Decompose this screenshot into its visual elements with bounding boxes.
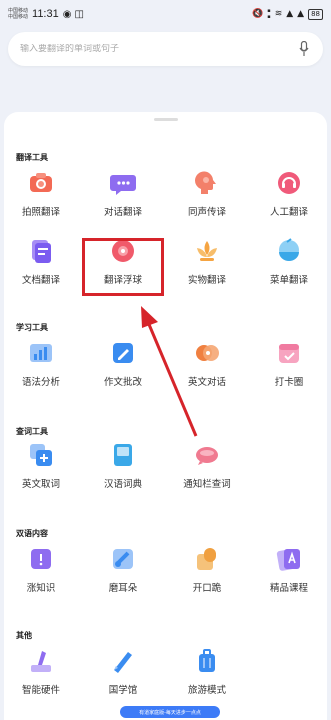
shield-icon: ◫: [74, 8, 84, 20]
wifi-icon: ≋: [274, 9, 283, 19]
tool-label: 文档翻译: [21, 275, 60, 286]
tool-label: 人工翻译: [269, 207, 308, 218]
tool-label: 旅游模式: [187, 685, 226, 696]
search-bar[interactable]: [8, 32, 323, 66]
bowl-icon: [276, 238, 302, 264]
microphone-icon: [194, 546, 220, 572]
tool-label: 英文对话: [187, 377, 226, 388]
tool-label: 汉语词典: [103, 479, 142, 490]
bar-chart-icon: [28, 340, 54, 366]
section-title-translate-tools: 翻译工具: [16, 153, 48, 162]
tool-menu-translate[interactable]: 菜单翻译: [254, 238, 324, 286]
head-profile-icon: [194, 170, 220, 196]
tool-label: 通知栏查词: [183, 479, 231, 490]
tool-chinese-classics[interactable]: 国学馆: [88, 648, 158, 696]
document-icon: [28, 238, 54, 264]
chat-bubble-icon: [110, 170, 136, 196]
suitcase-icon: [194, 648, 220, 674]
tool-label: 精品课程: [269, 583, 308, 594]
headphones-icon: [110, 546, 136, 572]
status-time: 11:31: [32, 8, 59, 20]
tool-label: 作文批改: [103, 377, 142, 388]
hardware-pen-icon: [28, 648, 54, 674]
tool-document-translate[interactable]: 文档翻译: [6, 238, 76, 286]
status-bar: 中国移动 中国移动 11:31 ◉ ◫ 🔇 ▪ ▪ ≋ ▲ ▲ 88: [0, 0, 331, 28]
tool-photo-translate[interactable]: 拍照翻译: [6, 170, 76, 218]
mute-icon: 🔇: [252, 9, 264, 19]
sheet-handle[interactable]: [154, 118, 178, 121]
tool-label: 实物翻译: [187, 275, 226, 286]
tool-label: 涨知识: [26, 583, 56, 594]
tool-smart-hardware[interactable]: 智能硬件: [6, 648, 76, 696]
tool-label: 打卡圈: [274, 377, 304, 388]
signal-icon-2: ▲: [297, 9, 305, 19]
tool-label: 智能硬件: [21, 685, 60, 696]
headset-icon: [276, 170, 302, 196]
tool-label: 菜单翻译: [269, 275, 308, 286]
tool-label: 对话翻译: [103, 207, 142, 218]
tool-grammar-analysis[interactable]: 语法分析: [6, 340, 76, 388]
section-title-learning-tools: 学习工具: [16, 323, 48, 332]
word-pick-icon: [28, 442, 54, 468]
tool-label: 开口跪: [192, 583, 222, 594]
search-input[interactable]: [20, 44, 297, 54]
tool-chinese-dictionary[interactable]: 汉语词典: [88, 442, 158, 490]
tool-dialogue-translate[interactable]: 对话翻译: [88, 170, 158, 218]
tool-object-translate[interactable]: 实物翻译: [172, 238, 242, 286]
signal-icon: ▲: [286, 9, 294, 19]
tool-knowledge[interactable]: 涨知识: [6, 546, 76, 594]
section-title-others: 其他: [16, 631, 32, 640]
tool-human-translate[interactable]: 人工翻译: [254, 170, 324, 218]
tool-word-pick[interactable]: 英文取词: [6, 442, 76, 490]
network-speed-icon: ▪ ▪: [267, 8, 271, 20]
tool-essay-correction[interactable]: 作文批改: [88, 340, 158, 388]
section-title-lookup-tools: 查词工具: [16, 427, 48, 436]
camera-icon: [28, 170, 54, 196]
notification-lookup-icon: [194, 442, 220, 468]
eye-icon: ◉: [62, 8, 72, 20]
section-title-bilingual-content: 双语内容: [16, 529, 48, 538]
battery-icon: 88: [308, 8, 323, 20]
tool-label: 磨耳朵: [108, 583, 138, 594]
tool-label: 国学馆: [108, 685, 138, 696]
dictionary-icon: [110, 442, 136, 468]
brush-icon: [110, 648, 136, 674]
carrier-2: 中国移动: [8, 14, 29, 20]
tool-label: 英文取词: [21, 479, 60, 490]
tool-checkin-circle[interactable]: 打卡圈: [254, 340, 324, 388]
carrier-info: 中国移动 中国移动: [8, 8, 28, 20]
tool-premium-course[interactable]: 精品课程: [254, 546, 324, 594]
microphone-icon[interactable]: [297, 40, 311, 58]
tool-notification-lookup[interactable]: 通知栏查词: [172, 442, 242, 490]
bottom-banner[interactable]: 有道家庭版-每天进步一点点: [120, 706, 220, 718]
tool-listening[interactable]: 磨耳朵: [88, 546, 158, 594]
tool-speaking[interactable]: 开口跪: [172, 546, 242, 594]
course-card-icon: [276, 546, 302, 572]
lotus-icon: [194, 238, 220, 264]
dialogue-icon: [194, 340, 220, 366]
tool-simultaneous-interpretation[interactable]: 同声传译: [172, 170, 242, 218]
pen-paper-icon: [110, 340, 136, 366]
tool-english-dialogue[interactable]: 英文对话: [172, 340, 242, 388]
highlight-box: [82, 238, 164, 296]
tool-travel-mode[interactable]: 旅游模式: [172, 648, 242, 696]
calendar-check-icon: [276, 340, 302, 366]
lightbulb-icon: [28, 546, 54, 572]
tool-label: 同声传译: [187, 207, 226, 218]
tool-label: 语法分析: [21, 377, 60, 388]
tool-label: 拍照翻译: [21, 207, 60, 218]
